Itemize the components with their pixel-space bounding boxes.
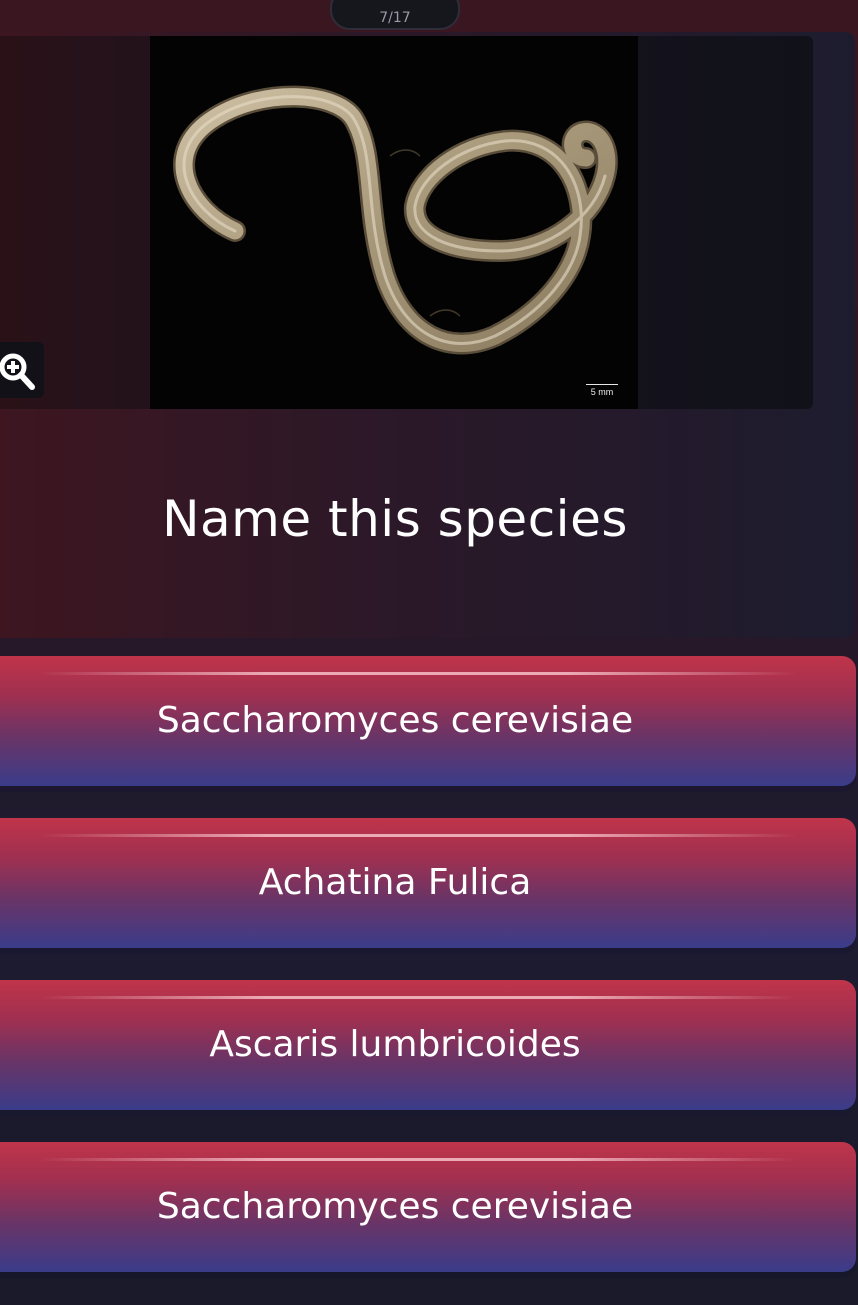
question-prompt: Name this species (162, 490, 628, 548)
answer-option-1[interactable]: Saccharomyces cerevisiae (0, 656, 856, 786)
scale-bar-line (586, 383, 618, 385)
answer-option-label: Saccharomyces cerevisiae (156, 1186, 634, 1227)
scale-bar: 5 mm (586, 383, 618, 397)
answer-option-4[interactable]: Saccharomyces cerevisiae (0, 1142, 856, 1272)
answer-option-label: Saccharomyces cerevisiae (156, 700, 634, 741)
answer-option-label: Ascaris lumbricoides (209, 1024, 581, 1065)
zoom-in-icon (0, 353, 35, 390)
zoom-button[interactable] (0, 342, 44, 398)
roundworm-illustration (173, 85, 618, 355)
scale-bar-label: 5 mm (590, 387, 614, 397)
question-counter: 7/17 (330, 0, 460, 30)
answer-option-2[interactable]: Achatina Fulica (0, 818, 856, 948)
question-image: 5 mm (150, 36, 638, 409)
answer-option-3[interactable]: Ascaris lumbricoides (0, 980, 856, 1110)
answer-option-label: Achatina Fulica (258, 862, 532, 903)
